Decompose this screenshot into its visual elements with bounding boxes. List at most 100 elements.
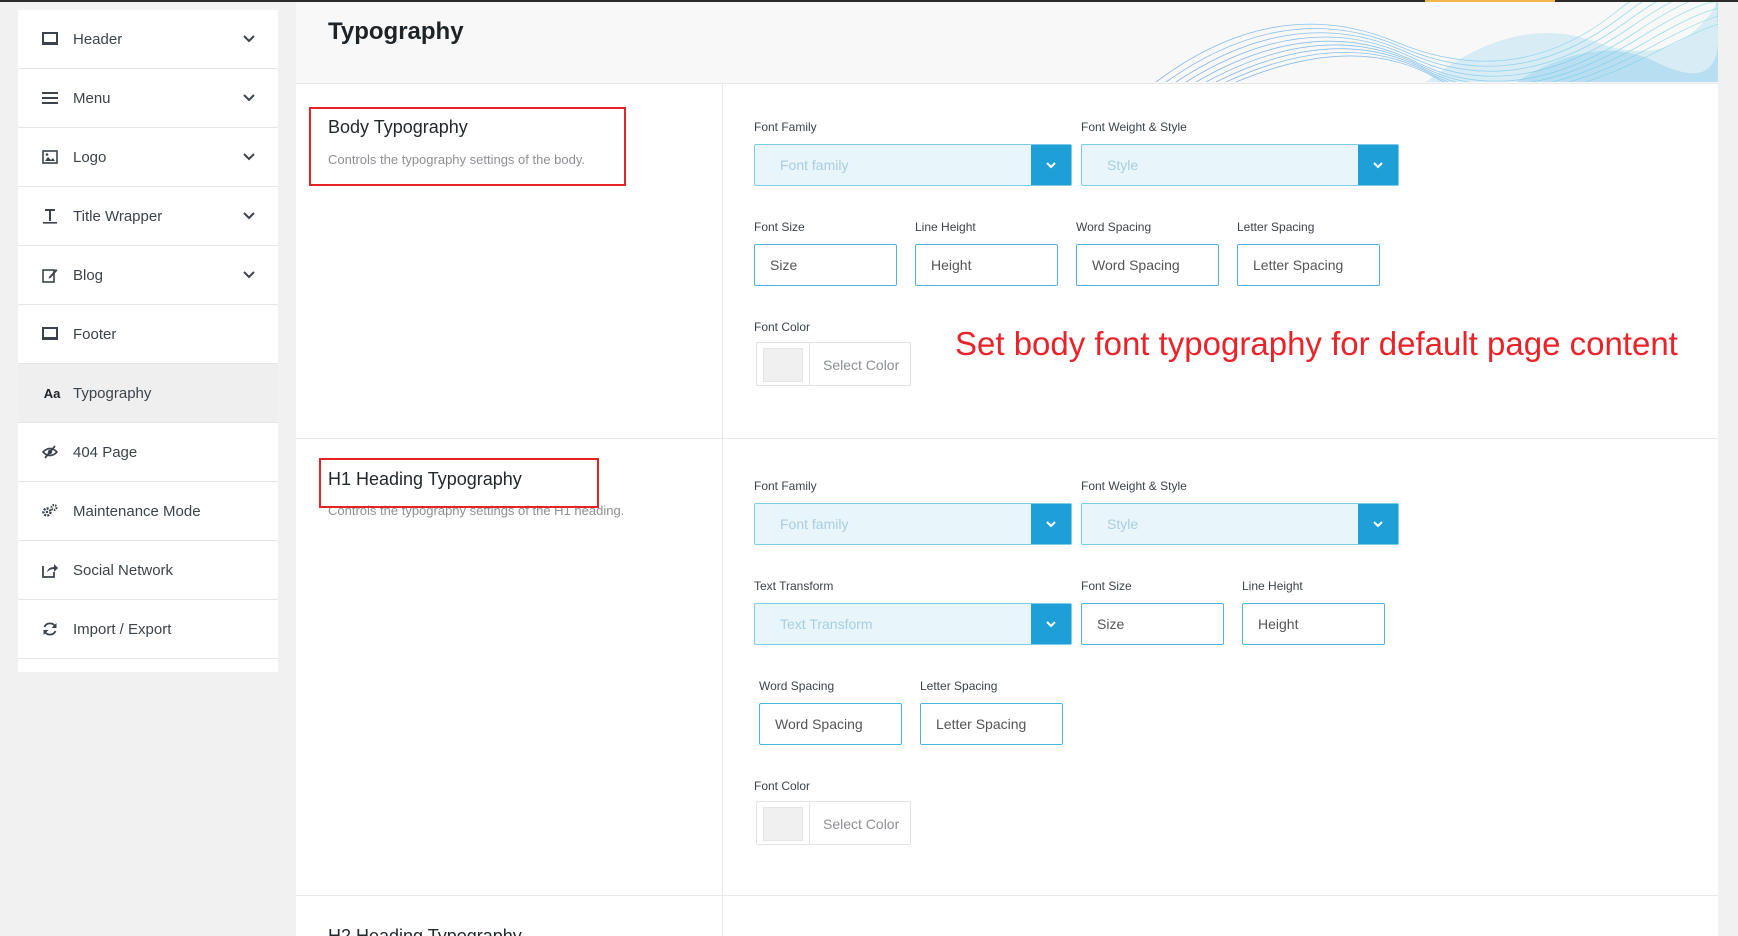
column-divider	[722, 84, 723, 438]
sidebar-item-title-wrapper[interactable]: Title Wrapper	[18, 187, 278, 246]
font-weight-label: Font Weight & Style	[1081, 120, 1187, 134]
select-placeholder: Style	[1107, 516, 1139, 532]
font-size-label: Font Size	[754, 220, 805, 234]
section-title: H2 Heading Typography	[328, 926, 522, 936]
sidebar: Header Menu Logo Title Wrapper Blog Foot…	[18, 2, 278, 672]
chevron-down-icon	[1358, 504, 1398, 544]
text-cursor-icon	[41, 207, 59, 225]
chevron-down-icon	[1031, 604, 1071, 644]
gears-icon	[41, 502, 59, 520]
menu-lines-icon	[41, 89, 59, 107]
text-transform-label: Text Transform	[754, 579, 834, 593]
chevron-down-icon	[243, 94, 255, 102]
sidebar-item-label: Maintenance Mode	[73, 502, 201, 520]
sidebar-item-label: Social Network	[73, 561, 174, 579]
annotation-text: Set body font typography for default pag…	[955, 325, 1678, 362]
input-placeholder: Height	[1258, 616, 1299, 632]
font-size-input[interactable]: Size	[1081, 603, 1224, 645]
chevron-down-icon	[243, 212, 255, 220]
share-icon	[41, 561, 59, 579]
letter-spacing-input[interactable]: Letter Spacing	[1237, 244, 1380, 286]
chevron-down-icon	[1031, 504, 1071, 544]
letter-spacing-label: Letter Spacing	[1237, 220, 1315, 234]
sidebar-item-404-page[interactable]: 404 Page	[18, 423, 278, 482]
select-placeholder: Font family	[780, 516, 849, 532]
chevron-down-icon	[243, 271, 255, 279]
word-spacing-input[interactable]: Word Spacing	[759, 703, 902, 745]
line-height-input[interactable]: Height	[915, 244, 1058, 286]
sidebar-item-menu[interactable]: Menu	[18, 69, 278, 128]
word-spacing-label: Word Spacing	[759, 679, 835, 693]
font-color-picker[interactable]: Select Color	[756, 342, 911, 386]
edit-icon	[41, 266, 59, 284]
sidebar-item-label: Logo	[73, 148, 107, 166]
sidebar-item-label: Header	[73, 30, 123, 48]
h2-typography-section: H2 Heading Typography	[296, 895, 1718, 936]
font-color-picker[interactable]: Select Color	[756, 801, 911, 845]
line-height-input[interactable]: Height	[1242, 603, 1385, 645]
select-color-label: Select Color	[823, 816, 900, 832]
refresh-icon	[41, 620, 59, 638]
sidebar-item-import-export[interactable]: Import / Export	[18, 600, 278, 659]
sidebar-item-typography[interactable]: Aa Typography	[18, 364, 278, 423]
sidebar-footer-spacer	[18, 659, 278, 672]
font-aa-icon: Aa	[43, 385, 61, 401]
font-color-label: Font Color	[754, 320, 811, 334]
input-placeholder: Letter Spacing	[1253, 257, 1344, 273]
line-height-label: Line Height	[1242, 579, 1303, 593]
font-weight-select[interactable]: Style	[1081, 144, 1399, 186]
select-placeholder: Text Transform	[780, 616, 873, 632]
font-family-select[interactable]: Font family	[754, 144, 1072, 186]
column-divider	[722, 439, 723, 895]
column-divider	[722, 896, 723, 936]
input-placeholder: Size	[770, 257, 798, 273]
font-size-label: Font Size	[1081, 579, 1132, 593]
highlight-box-h1	[319, 458, 599, 508]
monitor-icon	[41, 30, 59, 48]
font-family-label: Font Family	[754, 120, 817, 134]
sidebar-item-social-network[interactable]: Social Network	[18, 541, 278, 600]
divider	[809, 802, 810, 844]
sidebar-item-maintenance-mode[interactable]: Maintenance Mode	[18, 482, 278, 541]
font-color-label: Font Color	[754, 779, 811, 793]
chevron-down-icon	[1358, 145, 1398, 185]
sidebar-item-label: Footer	[73, 325, 117, 343]
chevron-down-icon	[243, 35, 255, 43]
decorative-wave	[1155, 2, 1718, 82]
sidebar-item-blog[interactable]: Blog	[18, 246, 278, 305]
line-height-label: Line Height	[915, 220, 976, 234]
input-placeholder: Height	[931, 257, 972, 273]
sidebar-item-footer[interactable]: Footer	[18, 305, 278, 364]
word-spacing-label: Word Spacing	[1076, 220, 1152, 234]
font-size-input[interactable]: Size	[754, 244, 897, 286]
sidebar-item-label: 404 Page	[73, 443, 138, 461]
sidebar-item-label: Title Wrapper	[73, 207, 163, 225]
sidebar-item-header[interactable]: Header	[18, 10, 278, 69]
font-family-label: Font Family	[754, 479, 817, 493]
sidebar-item-label: Typography	[73, 384, 152, 402]
letter-spacing-label: Letter Spacing	[920, 679, 998, 693]
monitor-icon	[41, 325, 59, 343]
font-weight-select[interactable]: Style	[1081, 503, 1399, 545]
font-weight-label: Font Weight & Style	[1081, 479, 1187, 493]
text-transform-select[interactable]: Text Transform	[754, 603, 1072, 645]
chevron-down-icon	[1031, 145, 1071, 185]
color-swatch	[763, 348, 803, 382]
input-placeholder: Word Spacing	[775, 716, 863, 732]
input-placeholder: Size	[1097, 616, 1125, 632]
sidebar-item-label: Menu	[73, 89, 111, 107]
letter-spacing-input[interactable]: Letter Spacing	[920, 703, 1063, 745]
sidebar-item-label: Import / Export	[73, 620, 172, 638]
font-family-select[interactable]: Font family	[754, 503, 1072, 545]
select-color-label: Select Color	[823, 357, 900, 373]
highlight-box-body	[309, 107, 626, 186]
page-title: Typography	[328, 18, 464, 45]
sidebar-item-label: Blog	[73, 266, 104, 284]
word-spacing-input[interactable]: Word Spacing	[1076, 244, 1219, 286]
input-placeholder: Letter Spacing	[936, 716, 1027, 732]
input-placeholder: Word Spacing	[1092, 257, 1180, 273]
eye-slash-icon	[41, 443, 59, 461]
chevron-down-icon	[243, 153, 255, 161]
select-placeholder: Style	[1107, 157, 1139, 173]
sidebar-item-logo[interactable]: Logo	[18, 128, 278, 187]
